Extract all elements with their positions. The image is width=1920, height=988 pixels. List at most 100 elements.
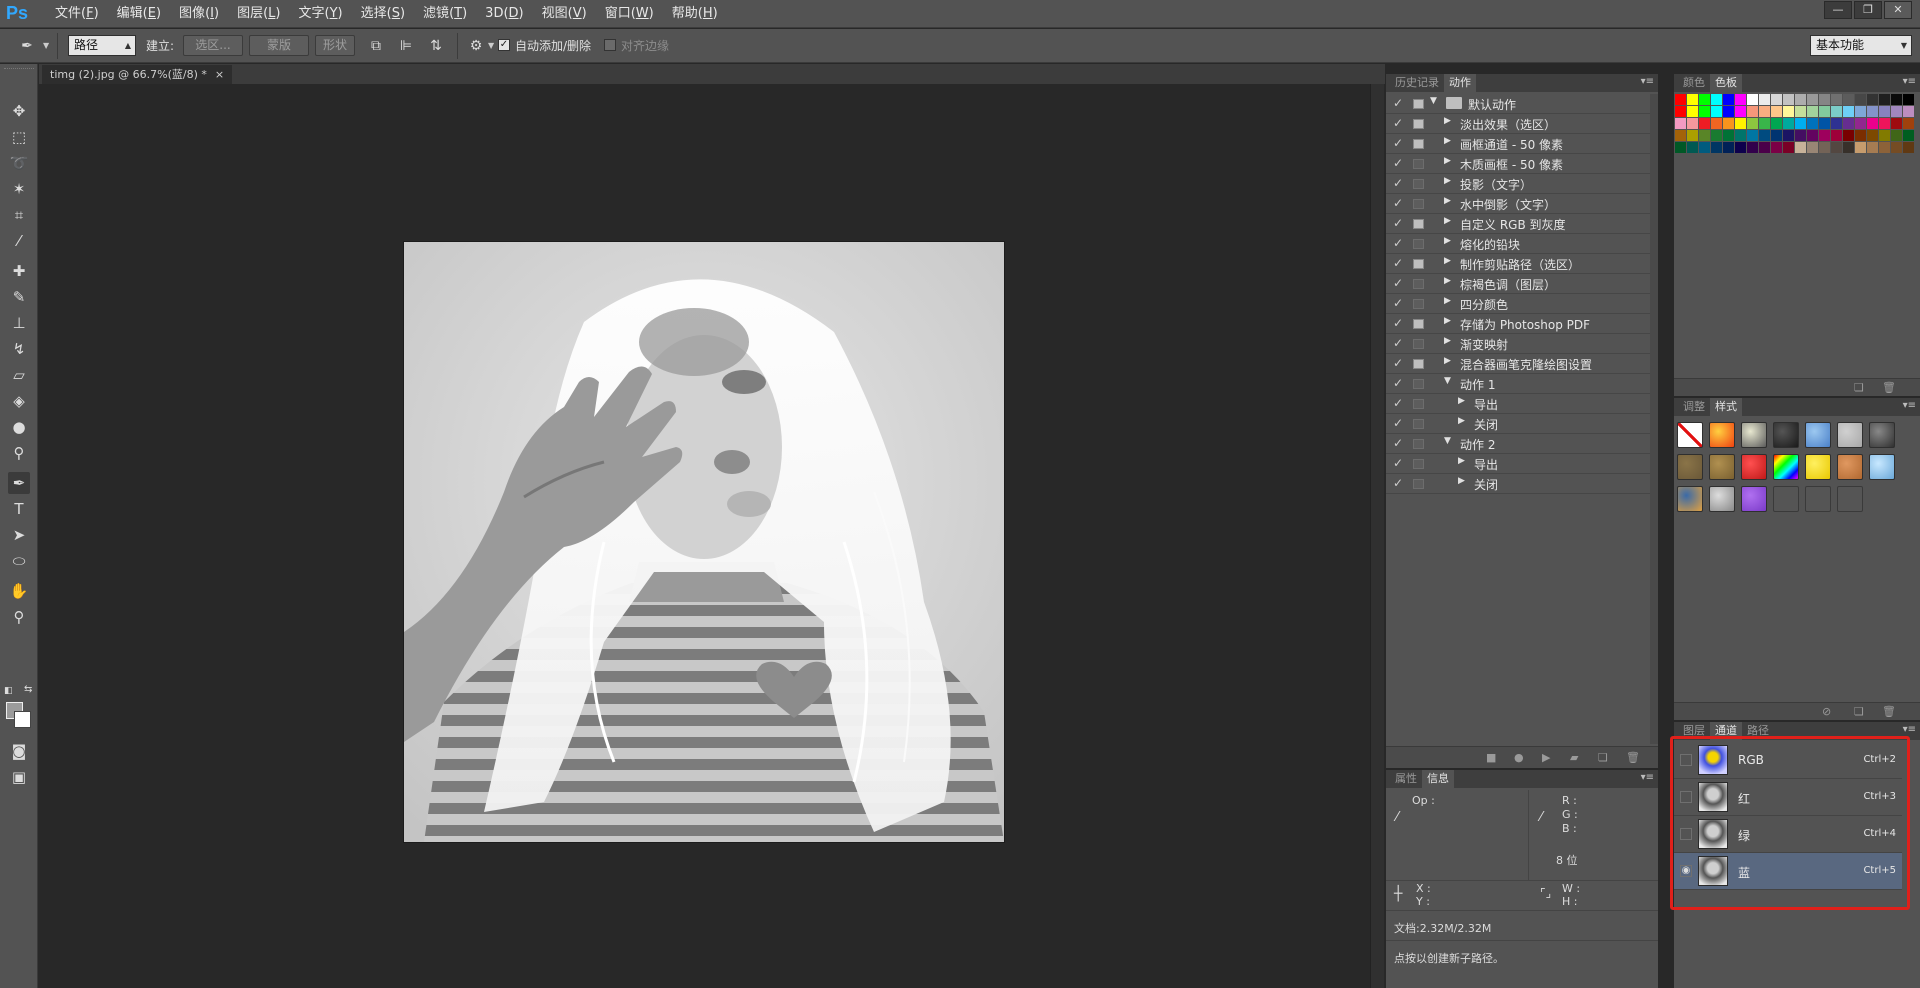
toolbar-grip[interactable] [4, 68, 34, 71]
panel-menu-icon[interactable]: ▾≡ [1903, 400, 1916, 411]
expand-right-icon[interactable]: ▶ [1444, 296, 1451, 306]
style-preset-bronze[interactable] [1709, 454, 1735, 480]
action-row[interactable]: ✓ ▶ 木质画框 - 50 像素 [1386, 154, 1658, 174]
type-tool-icon[interactable]: T [8, 498, 30, 520]
expand-right-icon[interactable]: ▶ [1444, 216, 1451, 226]
color-swatch[interactable] [1687, 130, 1698, 141]
action-toggle-check-icon[interactable]: ✓ [1393, 236, 1405, 250]
color-swatch[interactable] [1843, 118, 1854, 129]
style-preset-red[interactable] [1741, 454, 1767, 480]
trash-icon[interactable]: 🗑 [1882, 381, 1896, 394]
color-swatch[interactable] [1831, 130, 1842, 141]
color-swatch[interactable] [1843, 94, 1854, 105]
color-swatch[interactable] [1771, 118, 1782, 129]
color-swatch[interactable] [1879, 130, 1890, 141]
tab-info[interactable]: 信息 [1422, 770, 1454, 788]
path-operations-icon[interactable]: ⧉ [367, 37, 385, 55]
style-preset-gold[interactable] [1805, 454, 1831, 480]
color-swatch[interactable] [1891, 130, 1902, 141]
color-swatch[interactable] [1771, 106, 1782, 117]
action-toggle-check-icon[interactable]: ✓ [1393, 416, 1405, 430]
tab-adjustments[interactable]: 调整 [1678, 398, 1710, 416]
expand-right-icon[interactable]: ▶ [1444, 356, 1451, 366]
path-mode-select[interactable]: 路径 ▲ [68, 35, 136, 56]
action-toggle-check-icon[interactable]: ✓ [1393, 136, 1405, 150]
menu-item-6[interactable]: 滤镜(T) [414, 5, 476, 23]
action-toggle-check-icon[interactable]: ✓ [1393, 356, 1405, 370]
color-swatch[interactable] [1855, 106, 1866, 117]
style-preset-sunset[interactable] [1677, 486, 1703, 512]
color-swatch[interactable] [1795, 106, 1806, 117]
eraser-tool-icon[interactable]: ▱ [8, 364, 30, 386]
color-swatch[interactable] [1747, 142, 1758, 153]
expand-right-icon[interactable]: ▶ [1444, 196, 1451, 206]
style-preset-frame[interactable] [1741, 422, 1767, 448]
action-row[interactable]: ✓ ▶ 画框通道 - 50 像素 [1386, 134, 1658, 154]
expand-right-icon[interactable]: ▶ [1444, 116, 1451, 126]
menu-item-0[interactable]: 文件(F) [46, 5, 108, 23]
menu-item-9[interactable]: 窗口(W) [596, 5, 663, 23]
dialog-toggle-icon[interactable] [1413, 179, 1424, 189]
action-row[interactable]: ✓ ▶ 水中倒影（文字） [1386, 194, 1658, 214]
color-swatch[interactable] [1807, 130, 1818, 141]
gear-icon[interactable]: ⚙ [467, 37, 485, 55]
action-toggle-check-icon[interactable]: ✓ [1393, 216, 1405, 230]
dialog-toggle-icon[interactable] [1413, 339, 1424, 349]
color-swatch[interactable] [1687, 118, 1698, 129]
move-tool-icon[interactable]: ✥ [8, 100, 30, 122]
new-set-icon[interactable]: ▰ [1570, 751, 1578, 764]
color-swatch[interactable] [1831, 142, 1842, 153]
menu-item-10[interactable]: 帮助(H) [663, 5, 727, 23]
action-row[interactable]: ✓ ▶ 关闭 [1386, 414, 1658, 434]
color-swatch[interactable] [1867, 106, 1878, 117]
dialog-toggle-icon[interactable] [1413, 439, 1424, 449]
color-swatch[interactable] [1759, 94, 1770, 105]
action-row[interactable]: ✓ ▶ 自定义 RGB 到灰度 [1386, 214, 1658, 234]
action-row[interactable]: ✓ ▶ 投影（文字） [1386, 174, 1658, 194]
color-swatch[interactable] [1879, 94, 1890, 105]
color-swatch[interactable] [1879, 142, 1890, 153]
color-swatch[interactable] [1759, 130, 1770, 141]
record-icon[interactable]: ● [1514, 751, 1524, 764]
action-row[interactable]: ✓ ▶ 导出 [1386, 394, 1658, 414]
make-selection-button[interactable]: 选区... [183, 35, 243, 56]
color-swatch[interactable] [1795, 142, 1806, 153]
color-swatch[interactable] [1711, 106, 1722, 117]
color-swatch[interactable] [1819, 94, 1830, 105]
clear-style-icon[interactable]: ⊘ [1822, 705, 1831, 718]
dialog-toggle-icon[interactable] [1413, 259, 1424, 269]
action-row[interactable]: ✓ ▶ 淡出效果（选区） [1386, 114, 1658, 134]
color-swatch[interactable] [1723, 106, 1734, 117]
color-swatch[interactable] [1783, 118, 1794, 129]
expand-down-icon[interactable]: ▼ [1430, 96, 1437, 106]
swap-colors-icon[interactable]: ⇆ [24, 684, 32, 695]
color-swatch[interactable] [1771, 130, 1782, 141]
color-swatch[interactable] [1699, 142, 1710, 153]
style-preset-sky[interactable] [1869, 454, 1895, 480]
color-swatch[interactable] [1855, 94, 1866, 105]
menu-item-5[interactable]: 选择(S) [352, 5, 414, 23]
action-row[interactable]: ✓ ▼ 动作 2 [1386, 434, 1658, 454]
color-swatch[interactable] [1723, 118, 1734, 129]
dialog-toggle-icon[interactable] [1413, 119, 1424, 129]
expand-right-icon[interactable]: ▶ [1444, 136, 1451, 146]
trash-icon[interactable]: 🗑 [1882, 705, 1896, 718]
color-swatch[interactable] [1891, 142, 1902, 153]
color-swatch[interactable] [1675, 142, 1686, 153]
action-row[interactable]: ✓ ▶ 棕褐色调（图层） [1386, 274, 1658, 294]
action-row[interactable]: ✓ ▶ 熔化的铅块 [1386, 234, 1658, 254]
color-swatch[interactable] [1843, 142, 1854, 153]
style-preset-purple[interactable] [1741, 486, 1767, 512]
color-swatch[interactable] [1903, 142, 1914, 153]
style-preset-texture[interactable] [1709, 486, 1735, 512]
style-preset-grad[interactable] [1869, 422, 1895, 448]
action-row[interactable]: ✓ ▶ 导出 [1386, 454, 1658, 474]
color-swatch[interactable] [1711, 130, 1722, 141]
style-preset-wood[interactable] [1677, 454, 1703, 480]
align-edges-checkbox[interactable] [604, 39, 616, 51]
action-row[interactable]: ✓ ▼ 默认动作 [1386, 94, 1658, 114]
color-swatch[interactable] [1759, 118, 1770, 129]
style-preset-none[interactable] [1677, 422, 1703, 448]
color-swatch[interactable] [1687, 94, 1698, 105]
color-swatch[interactable] [1783, 94, 1794, 105]
